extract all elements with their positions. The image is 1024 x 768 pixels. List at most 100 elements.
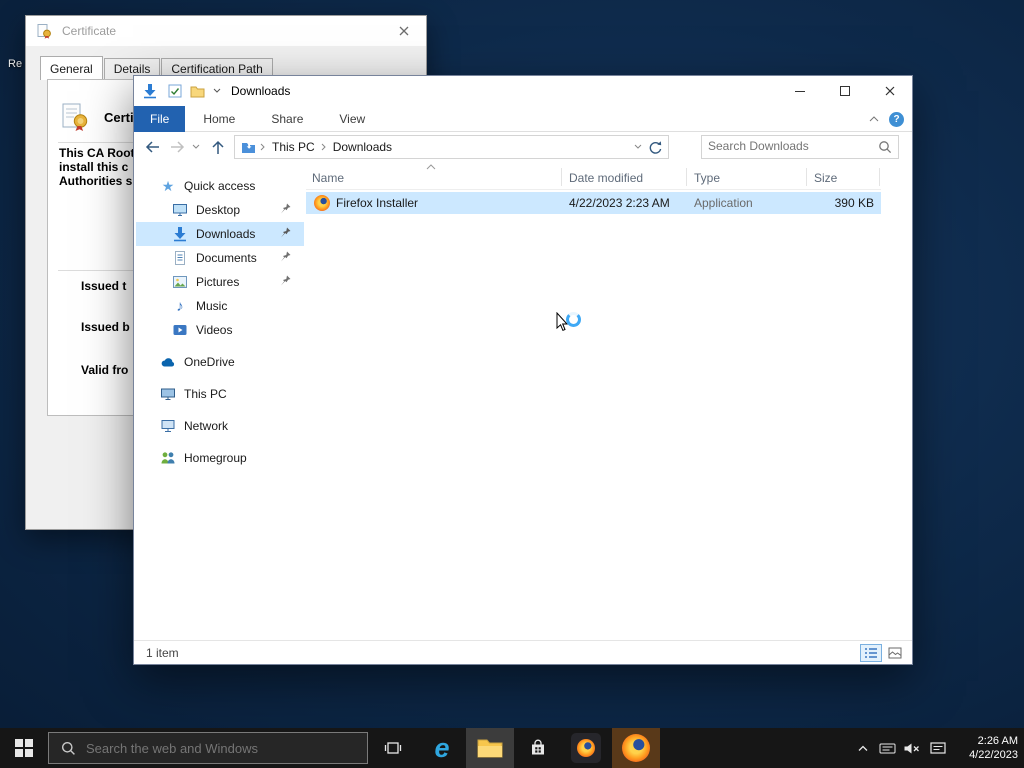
mouse-cursor xyxy=(556,312,581,332)
firefox-installer-taskbar-button[interactable] xyxy=(562,728,610,768)
sort-ascending-icon xyxy=(426,164,436,170)
touch-keyboard-button[interactable] xyxy=(876,728,898,768)
column-divider[interactable] xyxy=(686,168,687,186)
recent-locations-chevron-icon[interactable] xyxy=(188,135,204,159)
sidebar-item-desktop[interactable]: Desktop xyxy=(136,198,304,222)
explorer-titlebar[interactable]: Downloads xyxy=(134,76,912,106)
certificate-icon xyxy=(36,23,52,39)
sidebar-item-onedrive[interactable]: OneDrive xyxy=(136,350,304,374)
clock-date: 4/22/2023 xyxy=(969,749,1018,761)
task-view-button[interactable] xyxy=(370,728,416,768)
edge-taskbar-button[interactable]: e xyxy=(418,728,466,768)
refresh-icon[interactable] xyxy=(647,140,662,155)
address-dropdown-chevron-icon[interactable] xyxy=(634,144,642,150)
column-header-size[interactable]: Size xyxy=(814,171,837,185)
sidebar-item-music[interactable]: ♪ Music xyxy=(136,294,304,318)
firefox-file-icon xyxy=(314,195,330,211)
quick-access-toolbar xyxy=(168,84,221,98)
folder-location-icon xyxy=(241,141,256,154)
chevron-up-icon xyxy=(858,745,868,751)
qat-customize-chevron-icon[interactable] xyxy=(213,88,221,94)
file-name: Firefox Installer xyxy=(336,196,419,210)
explorer-window: Downloads File Home Share View ? This PC… xyxy=(133,75,913,665)
sidebar-item-quick-access[interactable]: ★ Quick access xyxy=(136,174,304,198)
certificate-info-line: install this c xyxy=(59,160,129,174)
volume-button[interactable] xyxy=(900,728,922,768)
sidebar-item-homegroup[interactable]: Homegroup xyxy=(136,446,304,470)
large-icons-view-icon[interactable] xyxy=(884,644,906,662)
column-divider[interactable] xyxy=(879,168,880,186)
maximize-icon[interactable] xyxy=(822,76,867,105)
certificate-title: Certificate xyxy=(62,24,117,38)
touch-keyboard-icon xyxy=(879,743,895,754)
firefox-installer-tile-icon xyxy=(571,733,601,763)
up-icon[interactable] xyxy=(206,135,230,159)
sidebar-item-label: OneDrive xyxy=(184,355,235,369)
certificate-field-label: Issued b xyxy=(81,320,130,334)
certificate-titlebar[interactable]: Certificate xyxy=(26,16,426,46)
tray-expand-button[interactable] xyxy=(852,728,874,768)
file-explorer-taskbar-button[interactable] xyxy=(466,728,514,768)
desktop-icon-label[interactable]: Re xyxy=(8,58,22,70)
ribbon-collapse-chevron-icon[interactable] xyxy=(869,115,879,123)
certificate-field-label: Valid fro xyxy=(81,363,129,377)
search-box[interactable] xyxy=(701,135,899,159)
search-icon[interactable] xyxy=(878,140,892,154)
column-divider[interactable] xyxy=(806,168,807,186)
navigation-pane: ★ Quick access Desktop Downloads Documen… xyxy=(134,162,306,640)
ribbon-tab-home[interactable]: Home xyxy=(185,106,253,132)
sidebar-item-label: Downloads xyxy=(196,227,256,241)
pin-icon xyxy=(278,226,294,242)
desktop: Re Certificate General Details Certifica… xyxy=(0,0,1024,768)
action-center-button[interactable] xyxy=(926,728,950,768)
sidebar-item-this-pc[interactable]: This PC xyxy=(136,382,304,406)
forward-icon[interactable] xyxy=(166,135,190,159)
sidebar-item-label: Homegroup xyxy=(184,451,247,465)
pin-icon xyxy=(278,202,294,218)
new-folder-icon[interactable] xyxy=(190,85,205,98)
volume-muted-icon xyxy=(904,743,919,753)
column-header-type[interactable]: Type xyxy=(694,171,720,185)
close-icon[interactable] xyxy=(867,76,912,105)
start-button[interactable] xyxy=(0,728,48,768)
breadcrumb-downloads[interactable]: Downloads xyxy=(327,140,398,154)
downloads-window-icon xyxy=(142,83,158,99)
ribbon-tab-share[interactable]: Share xyxy=(253,106,321,132)
taskbar-search-box[interactable] xyxy=(48,732,368,764)
properties-icon[interactable] xyxy=(168,84,182,98)
tab-general[interactable]: General xyxy=(40,56,103,80)
column-header-date-modified[interactable]: Date modified xyxy=(569,171,643,185)
music-icon: ♪ xyxy=(176,297,184,315)
taskbar: e 2:26 AM 4/22/2023 xyxy=(0,728,1024,768)
column-header-name[interactable]: Name xyxy=(312,171,344,185)
details-view-icon[interactable] xyxy=(860,644,882,662)
ribbon-tab-view[interactable]: View xyxy=(321,106,383,132)
sidebar-item-documents[interactable]: Documents xyxy=(136,246,304,270)
taskbar-search-input[interactable] xyxy=(86,740,346,756)
back-icon[interactable] xyxy=(140,135,164,159)
ribbon-tab-file[interactable]: File xyxy=(134,106,186,132)
search-input[interactable] xyxy=(702,136,872,156)
sidebar-item-videos[interactable]: Videos xyxy=(136,318,304,342)
minimize-icon[interactable] xyxy=(777,76,822,105)
file-row-firefox-installer[interactable]: Firefox Installer 4/22/2023 2:23 AM Appl… xyxy=(306,192,881,214)
sidebar-item-pictures[interactable]: Pictures xyxy=(136,270,304,294)
busy-spinner-icon xyxy=(566,312,581,327)
clock-time: 2:26 AM xyxy=(977,735,1018,747)
breadcrumb-this-pc[interactable]: This PC xyxy=(266,140,321,154)
window-title: Downloads xyxy=(231,84,291,98)
store-taskbar-button[interactable] xyxy=(514,728,562,768)
taskbar-clock[interactable]: 2:26 AM 4/22/2023 xyxy=(969,728,1018,768)
firefox-small-icon xyxy=(577,739,595,757)
ribbon: File Home Share View ? xyxy=(134,106,912,132)
address-box[interactable]: This PC Downloads xyxy=(234,135,669,159)
sidebar-item-network[interactable]: Network xyxy=(136,414,304,438)
task-view-icon xyxy=(384,742,402,754)
help-icon[interactable]: ? xyxy=(889,111,904,127)
sidebar-item-downloads[interactable]: Downloads xyxy=(136,222,304,246)
sidebar-item-label: Network xyxy=(184,419,229,433)
firefox-taskbar-button[interactable] xyxy=(612,728,660,768)
sidebar-item-label: Music xyxy=(196,299,228,313)
close-icon[interactable] xyxy=(381,16,426,46)
column-divider[interactable] xyxy=(561,168,562,186)
